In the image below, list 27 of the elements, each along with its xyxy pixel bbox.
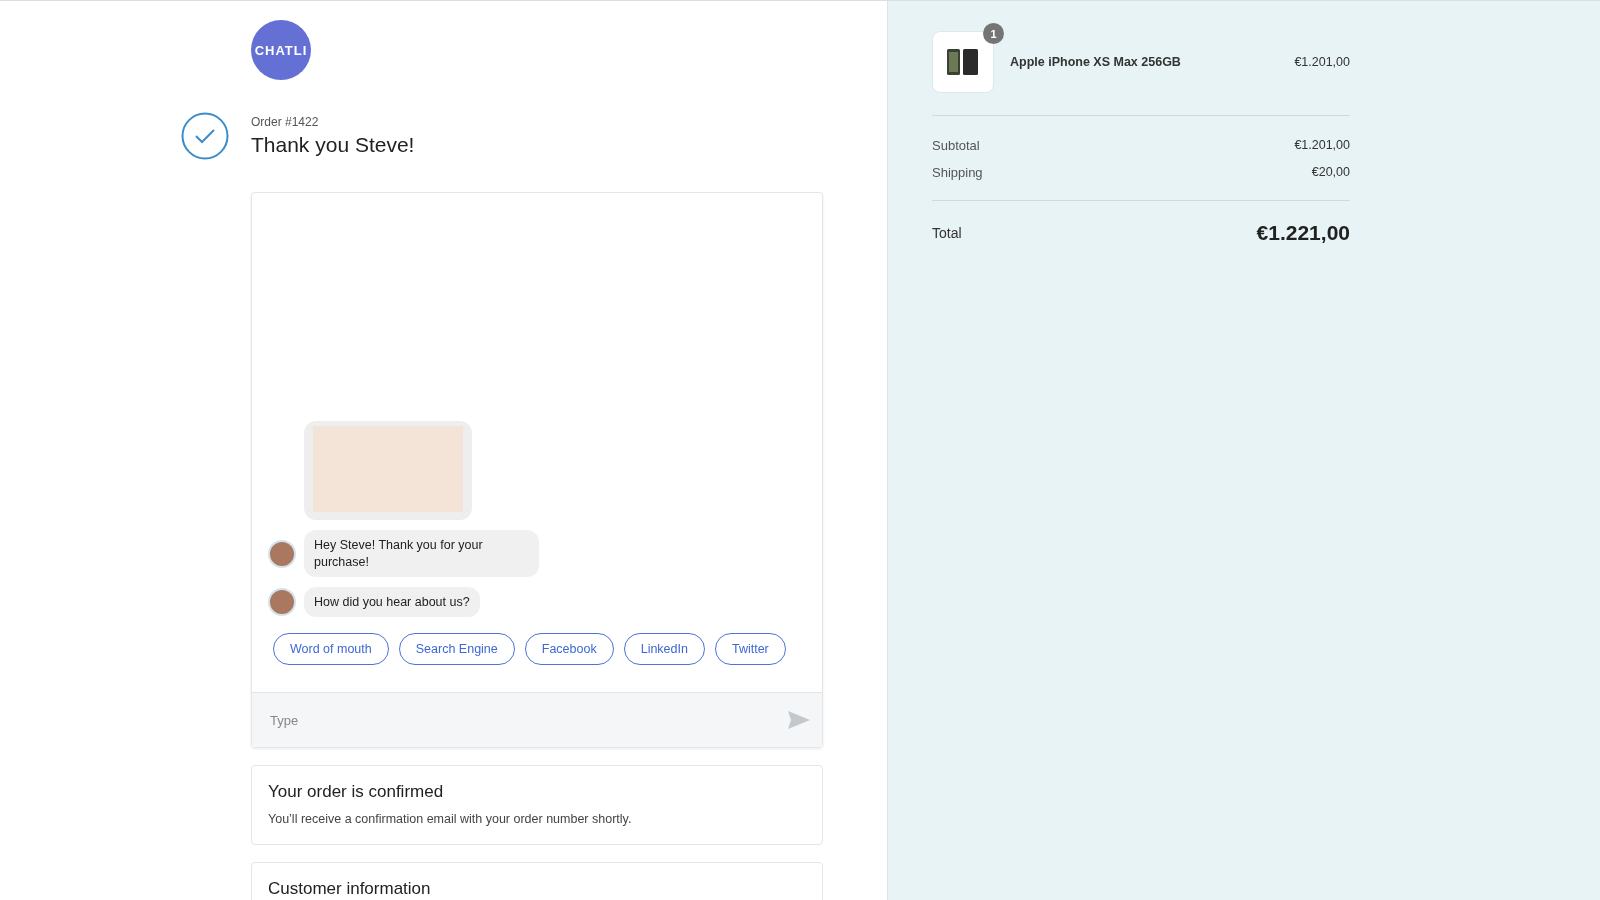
send-icon[interactable] xyxy=(788,711,810,729)
summary-value: €20,00 xyxy=(1311,165,1350,180)
avatar xyxy=(268,587,296,616)
card-text: You’ll receive a confirmation email with your order number shortly. xyxy=(268,812,633,826)
check-circle-icon xyxy=(181,112,229,160)
quick-reply-button[interactable]: Search Engine xyxy=(398,633,515,665)
chat-message: How did you hear about us? xyxy=(304,586,480,617)
order-number: Order #1422 xyxy=(251,115,320,129)
card-title: Your order is confirmed xyxy=(268,782,445,802)
quick-reply-button[interactable]: LinkedIn xyxy=(623,633,705,665)
quick-reply-button[interactable]: Twitter xyxy=(714,633,786,665)
phone-icon xyxy=(946,48,980,76)
summary-value: €1.201,00 xyxy=(1294,138,1350,153)
total-value: €1.221,00 xyxy=(1256,221,1350,245)
summary-label: Subtotal xyxy=(932,138,980,153)
avatar xyxy=(268,539,296,568)
total-label: Total xyxy=(932,225,962,241)
logo: CHATLI xyxy=(251,20,311,80)
product-price: €1.201,00 xyxy=(1294,55,1350,69)
thank-you-title: Thank you Steve! xyxy=(251,133,415,157)
quick-reply-button[interactable]: Word of mouth xyxy=(273,633,389,665)
quantity-badge: 1 xyxy=(983,23,1004,44)
quick-reply-button[interactable]: Facebook xyxy=(524,633,614,665)
chat-message: Hey Steve! Thank you for your purchase! xyxy=(304,530,539,577)
card-title: Customer information xyxy=(268,879,432,899)
summary-label: Shipping xyxy=(932,165,983,180)
product-name: Apple iPhone XS Max 256GB xyxy=(1010,55,1182,69)
